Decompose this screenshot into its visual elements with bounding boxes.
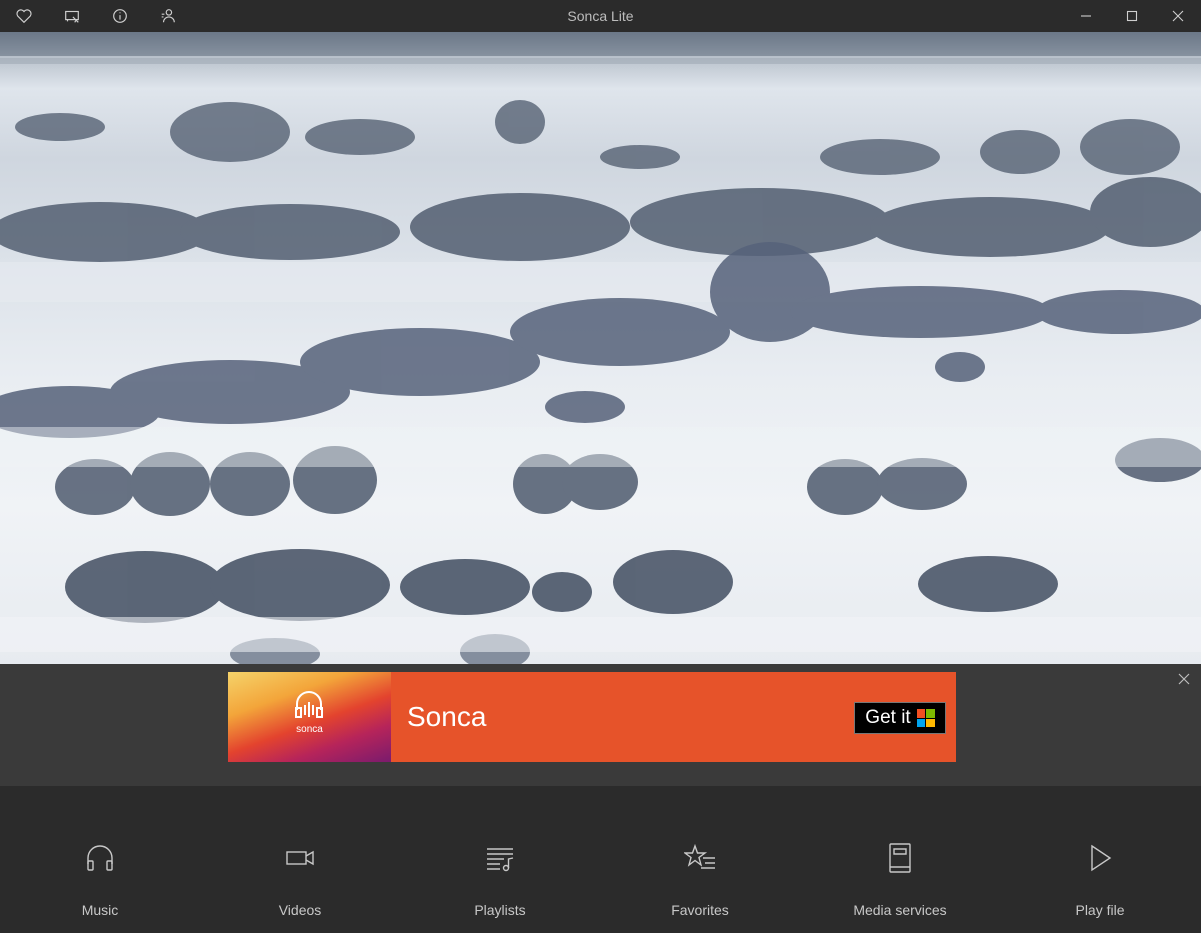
play-icon — [1091, 844, 1112, 872]
nav-item-favorites[interactable]: Favorites — [600, 786, 800, 933]
star-list-icon — [684, 843, 715, 869]
book-icon — [889, 843, 911, 873]
title-bar: Sonca Lite — [0, 0, 1201, 32]
close-button[interactable] — [1155, 0, 1201, 32]
bottom-navigation: Music Videos Playlists Favorites Media s… — [0, 786, 1201, 933]
ad-bar: sonca Sonca Get it — [0, 664, 1201, 786]
nav-item-music[interactable]: Music — [0, 786, 200, 933]
account-button[interactable] — [144, 0, 192, 32]
ad-logo: sonca — [228, 672, 391, 762]
hero-landscape-image — [0, 32, 1201, 664]
nav-item-playlists[interactable]: Playlists — [400, 786, 600, 933]
close-icon — [1172, 10, 1184, 22]
get-it-button[interactable]: Get it — [854, 702, 946, 734]
nav-item-play-file[interactable]: Play file — [1000, 786, 1200, 933]
nav-item-media-services[interactable]: Media services — [800, 786, 1000, 933]
nav-label: Play file — [1075, 902, 1125, 918]
ad-logo-text: sonca — [296, 724, 323, 735]
nav-label: Music — [81, 902, 119, 918]
window-controls — [1063, 0, 1201, 32]
info-button[interactable] — [96, 0, 144, 32]
nav-label: Media services — [853, 902, 947, 918]
nav-label: Videos — [278, 902, 322, 918]
cast-button[interactable] — [48, 0, 96, 32]
maximize-button[interactable] — [1109, 0, 1155, 32]
minimize-icon — [1081, 15, 1091, 17]
favorite-button[interactable] — [0, 0, 48, 32]
title-bar-actions — [0, 0, 192, 32]
get-it-label: Get it — [865, 707, 911, 728]
video-camera-icon — [286, 850, 314, 866]
close-ad-button[interactable] — [1177, 672, 1191, 686]
user-icon — [161, 9, 175, 23]
maximize-icon — [1126, 10, 1138, 22]
ad-banner[interactable]: sonca Sonca Get it — [228, 672, 956, 762]
nav-item-videos[interactable]: Videos — [200, 786, 400, 933]
cast-icon — [65, 10, 79, 23]
minimize-button[interactable] — [1063, 0, 1109, 32]
info-icon — [113, 9, 127, 23]
nav-label: Favorites — [671, 902, 729, 918]
nav-label: Playlists — [474, 902, 526, 918]
playlist-icon — [487, 848, 514, 872]
landscape-illustration — [0, 32, 1201, 664]
headphones-icon — [87, 845, 113, 871]
headphones-icon — [295, 691, 323, 718]
heart-icon — [16, 9, 32, 24]
microsoft-logo-icon — [916, 709, 935, 727]
close-icon — [1178, 673, 1190, 685]
